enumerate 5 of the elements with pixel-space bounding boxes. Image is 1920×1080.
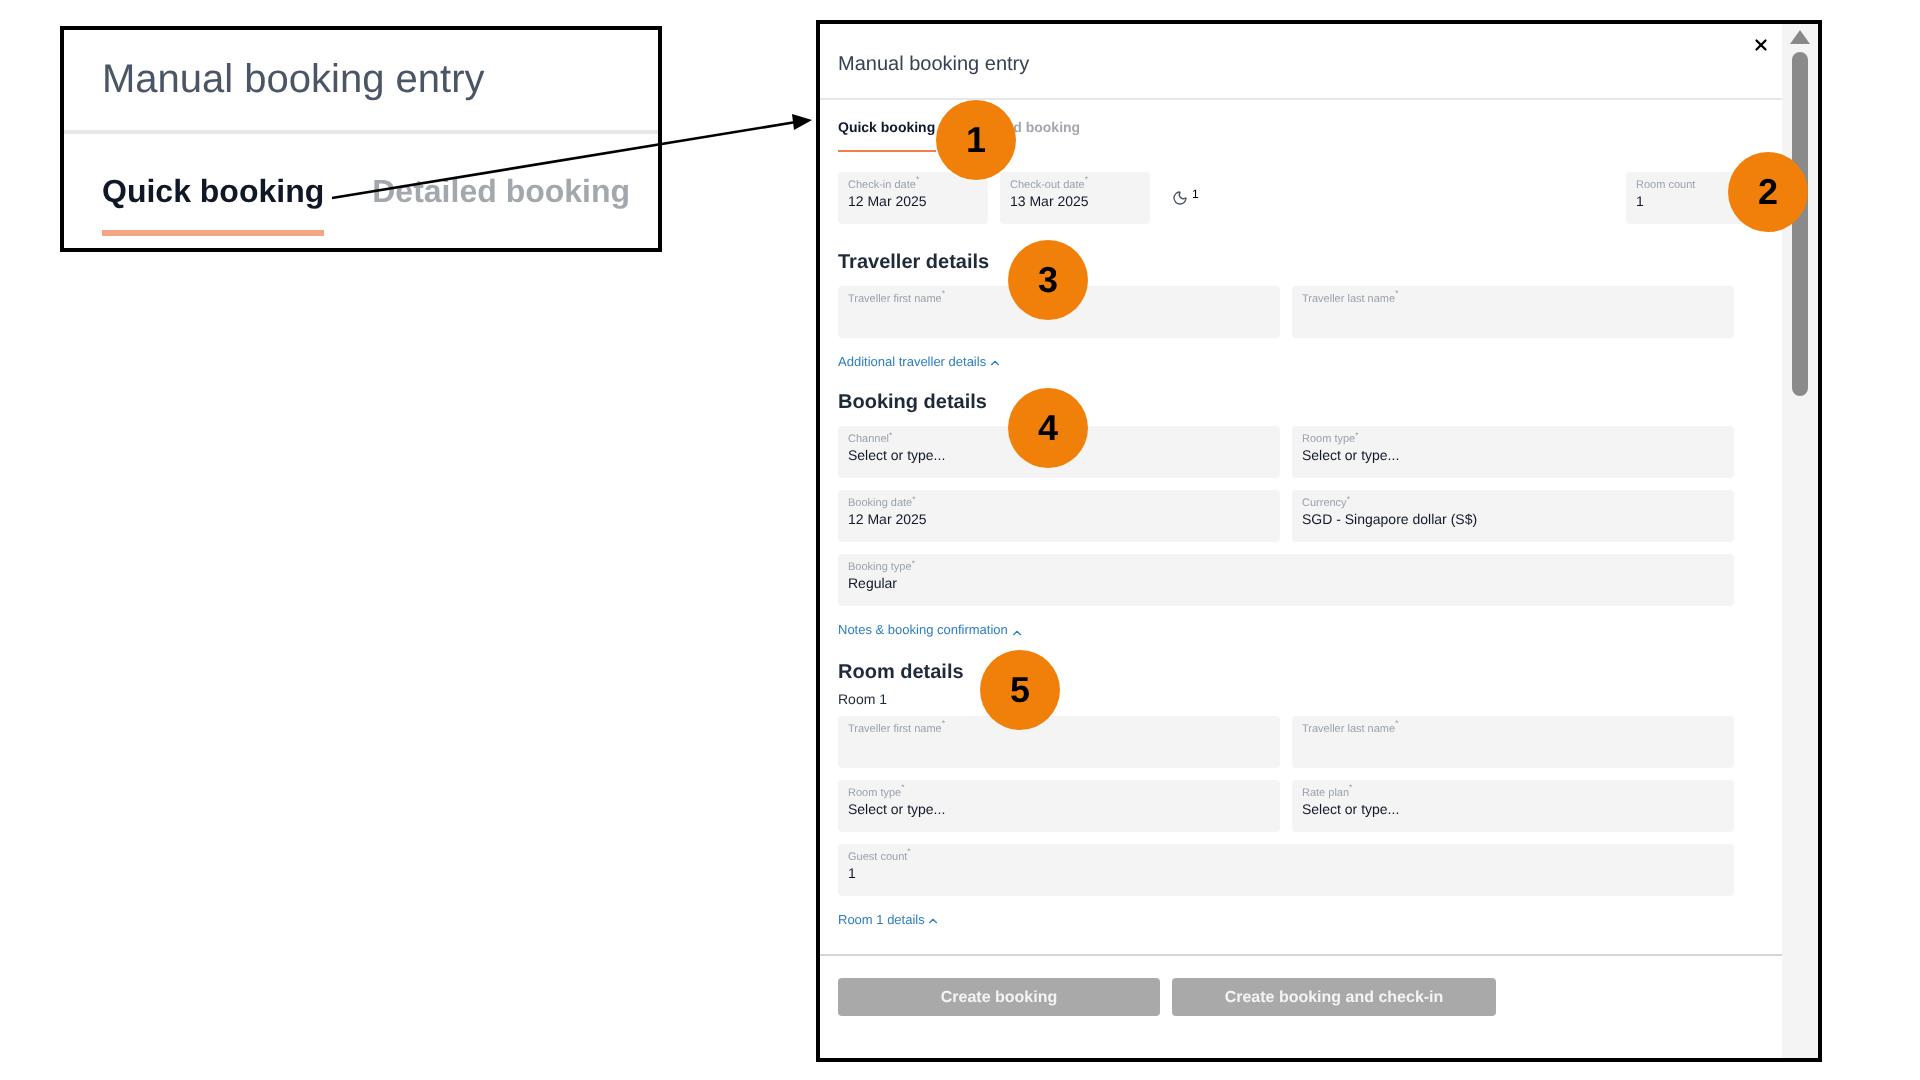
section-heading: Booking details (838, 390, 989, 419)
inset-title: Manual booking entry (102, 56, 485, 106)
section-heading: Traveller details (838, 249, 992, 277)
section-heading: Room details (838, 660, 966, 688)
dialog-title: Manual booking entry (838, 52, 1030, 80)
